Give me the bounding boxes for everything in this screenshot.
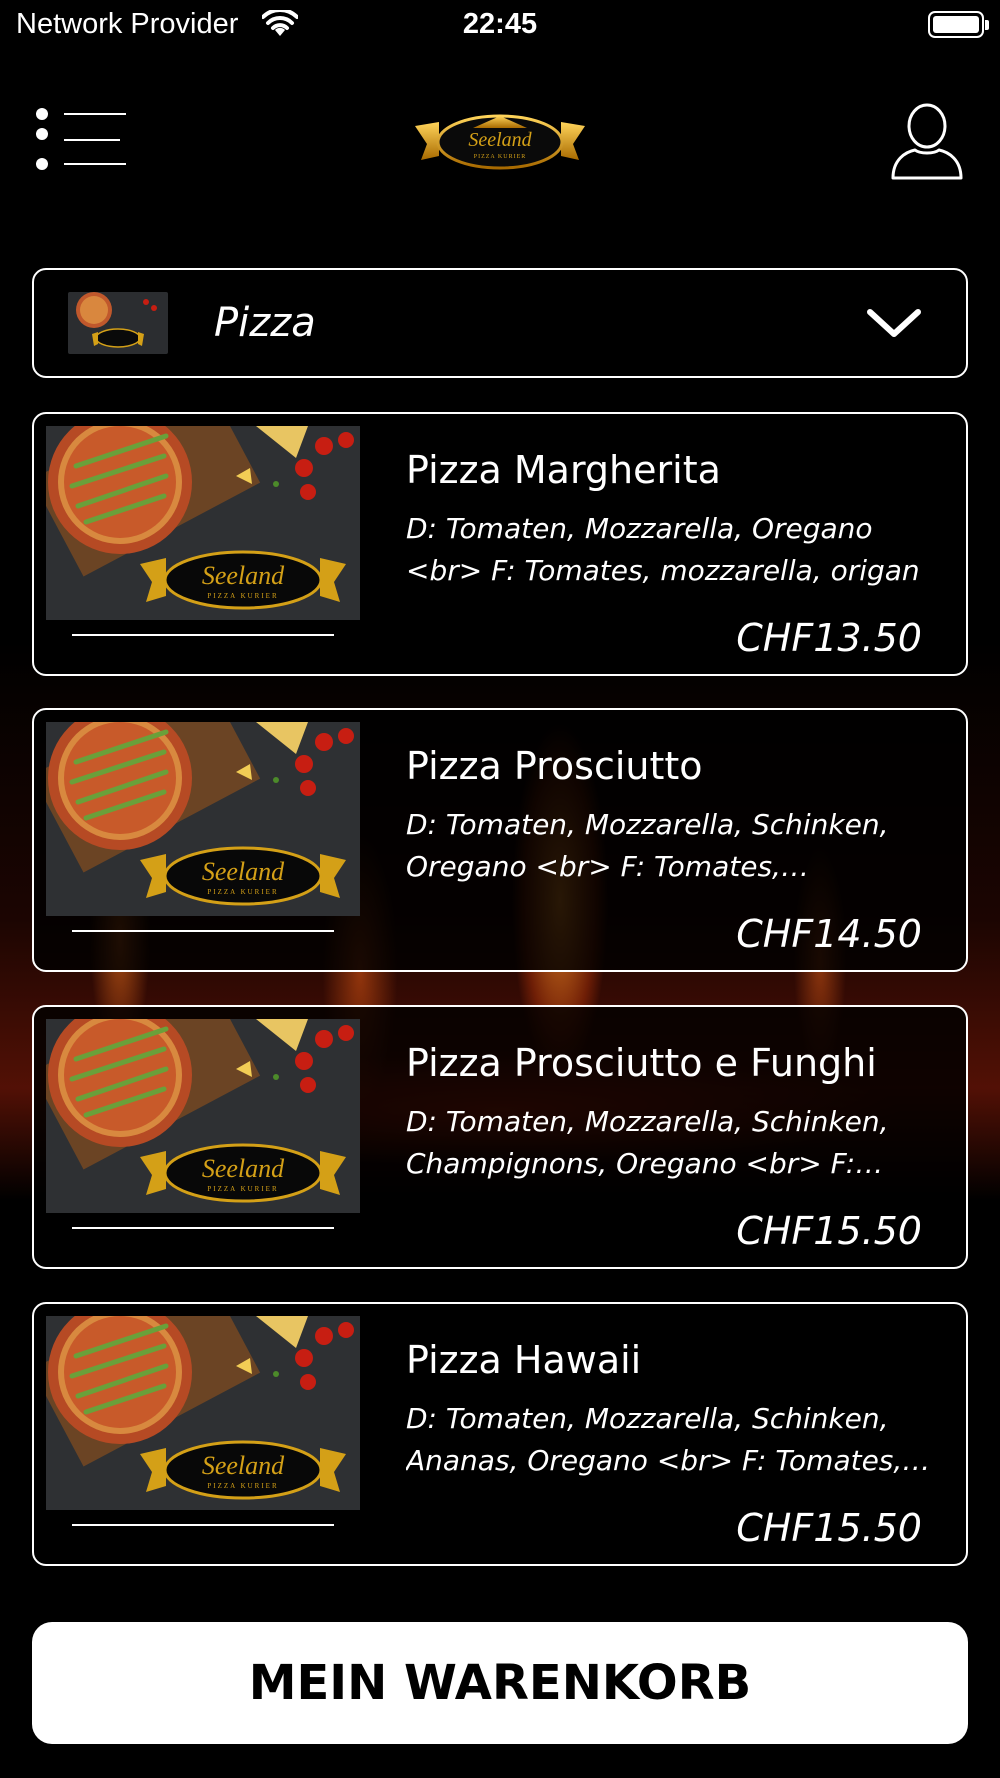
status-time: 22:45	[462, 8, 538, 40]
product-price: CHF15.50	[736, 1209, 922, 1253]
logo-subtext: PIZZA KURIER	[474, 154, 527, 160]
product-price: CHF13.50	[736, 616, 922, 660]
image-divider	[72, 634, 334, 636]
svg-text:Seeland: Seeland	[202, 1451, 285, 1480]
battery-icon	[928, 11, 989, 38]
product-card[interactable]: Seeland PIZZA KURIER Pizza Margherita D:…	[32, 412, 968, 676]
svg-text:Seeland: Seeland	[202, 561, 285, 590]
logo-text: Seeland	[468, 129, 532, 151]
svg-text:Seeland: Seeland	[202, 857, 285, 886]
product-price: CHF15.50	[736, 1506, 922, 1550]
product-description: D: Tomaten, Mozzarella, Schinken, Champi…	[406, 1105, 889, 1180]
product-name: Pizza Margherita	[406, 448, 721, 492]
product-description: D: Tomaten, Mozzarella, Schinken, Oregan…	[406, 808, 889, 883]
product-image: Seeland PIZZA KURIER	[46, 1316, 360, 1510]
category-thumbnail	[68, 292, 168, 354]
svg-text:PIZZA KURIER: PIZZA KURIER	[207, 1482, 278, 1490]
status-bar: Network Provider 22:45	[0, 0, 1000, 50]
svg-text:PIZZA KURIER: PIZZA KURIER	[207, 592, 278, 600]
svg-text:PIZZA KURIER: PIZZA KURIER	[207, 1185, 278, 1193]
product-description: D: Tomaten, Mozzarella, Schinken, Ananas…	[406, 1402, 903, 1477]
chevron-down-icon	[867, 309, 921, 337]
product-card[interactable]: Seeland PIZZA KURIER Pizza Prosciutto e …	[32, 1005, 968, 1269]
product-description: D: Tomaten, Mozzarella, Oregano <br> F: …	[406, 512, 920, 587]
product-price: CHF14.50	[736, 912, 922, 956]
seeland-logo: Seeland PIZZA KURIER	[415, 114, 585, 170]
product-card[interactable]: Seeland PIZZA KURIER Pizza Prosciutto D:…	[32, 708, 968, 972]
product-image: Seeland PIZZA KURIER	[46, 722, 360, 916]
image-divider	[72, 1227, 334, 1229]
svg-text:Seeland: Seeland	[202, 1154, 285, 1183]
category-dropdown[interactable]: Pizza	[32, 268, 968, 378]
product-image: Seeland PIZZA KURIER	[46, 1019, 360, 1213]
cart-button[interactable]: MEIN WARENKORB	[32, 1622, 968, 1744]
product-name: Pizza Prosciutto e Funghi	[406, 1041, 877, 1085]
menu-button[interactable]	[36, 106, 126, 172]
product-name: Pizza Hawaii	[406, 1338, 642, 1382]
svg-text:PIZZA KURIER: PIZZA KURIER	[207, 888, 278, 896]
product-image: Seeland PIZZA KURIER	[46, 426, 360, 620]
product-card[interactable]: Seeland PIZZA KURIER Pizza Hawaii D: Tom…	[32, 1302, 968, 1566]
image-divider	[72, 930, 334, 932]
product-name: Pizza Prosciutto	[406, 744, 703, 788]
category-label: Pizza	[214, 300, 316, 346]
user-profile-icon[interactable]	[890, 102, 964, 182]
image-divider	[72, 1524, 334, 1526]
